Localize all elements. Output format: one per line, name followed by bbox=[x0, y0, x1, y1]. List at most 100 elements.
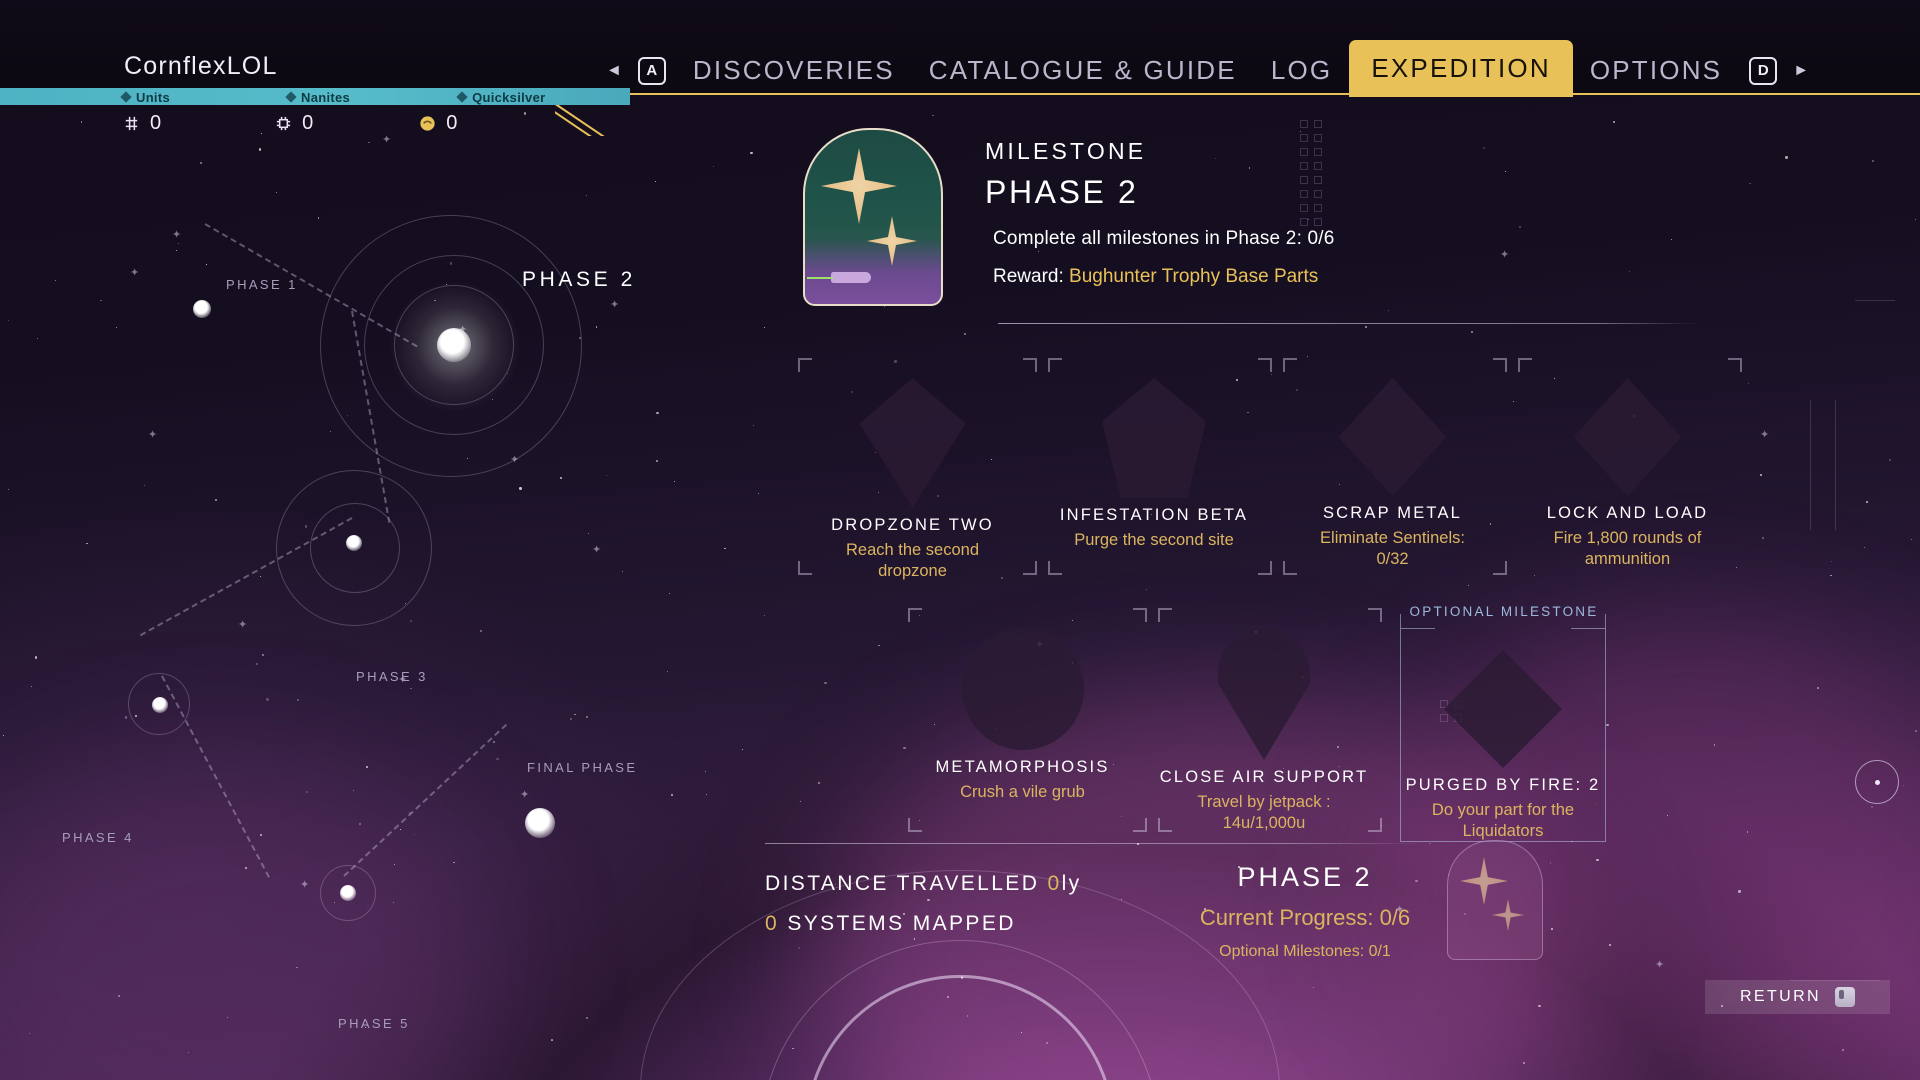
phase-summary: PHASE 2 Current Progress: 0/6 Optional M… bbox=[1140, 862, 1470, 961]
diamond-icon bbox=[1338, 378, 1447, 496]
bracket-icon bbox=[1493, 358, 1507, 372]
quicksilver-icon bbox=[418, 114, 437, 133]
bracket-icon bbox=[1258, 358, 1272, 372]
milestone-eyebrow: MILESTONE bbox=[985, 138, 1147, 164]
milestone-desc: Reach the second dropzone bbox=[845, 541, 979, 581]
stat-systems-label: SYSTEMS MAPPED bbox=[779, 912, 1016, 935]
star bbox=[753, 424, 755, 426]
phase-node-2[interactable] bbox=[437, 328, 471, 362]
milestone-desc: Purge the second site bbox=[1074, 531, 1234, 549]
milestone-card-dropzone-two[interactable]: DROPZONE TWO Reach the second dropzone bbox=[800, 378, 1025, 582]
milestone-card-purged-by-fire[interactable]: OPTIONAL MILESTONE PURGED BY FIRE: 2 Do … bbox=[1388, 604, 1618, 842]
bracket-icon bbox=[1728, 358, 1742, 372]
phase-node-final[interactable] bbox=[525, 808, 555, 838]
milestone-name: CLOSE AIR SUPPORT bbox=[1159, 768, 1369, 786]
milestone-name: LOCK AND LOAD bbox=[1546, 504, 1709, 522]
nanites-icon bbox=[274, 114, 293, 133]
resource-labels: Units Nanites Quicksilver bbox=[0, 89, 640, 105]
tab-options[interactable]: OPTIONS bbox=[1573, 43, 1739, 98]
star bbox=[932, 115, 934, 117]
badge-ship-icon bbox=[831, 272, 871, 283]
phase-summary-title: PHASE 2 bbox=[1237, 862, 1373, 892]
milestone-card-lock-and-load[interactable]: LOCK AND LOAD Fire 1,800 rounds of ammun… bbox=[1515, 378, 1740, 570]
phase-label-4: PHASE 4 bbox=[62, 830, 134, 845]
resource-label-text: Quicksilver bbox=[472, 89, 546, 105]
return-button[interactable]: RETURN bbox=[1705, 980, 1890, 1014]
stat-distance-value: 0 bbox=[1047, 872, 1062, 895]
bracket-icon bbox=[1023, 358, 1037, 372]
tab-expedition[interactable]: EXPEDITION bbox=[1349, 40, 1573, 97]
tab-discoveries[interactable]: DISCOVERIES bbox=[676, 43, 912, 98]
milestone-badge-image bbox=[803, 128, 943, 306]
player-name: CornflexLOL bbox=[124, 52, 278, 80]
bracket-icon bbox=[798, 358, 812, 372]
resource-value: 0 bbox=[446, 111, 458, 134]
star bbox=[763, 326, 765, 328]
stat-distance-label: DISTANCE TRAVELLED bbox=[765, 872, 1048, 895]
bracket-icon bbox=[1133, 608, 1147, 622]
diamond-icon bbox=[1573, 378, 1682, 496]
milestone-desc: Crush a vile grub bbox=[960, 783, 1085, 801]
stat-systems-mapped: 0 SYSTEMS MAPPED bbox=[765, 912, 1016, 936]
phase-label-3: PHASE 3 bbox=[356, 669, 428, 684]
phase-label-2: PHASE 2 bbox=[522, 268, 636, 291]
phase-connector bbox=[343, 723, 508, 877]
stats-divider bbox=[765, 843, 1425, 844]
nav-prev-arrow-icon[interactable]: ◄ bbox=[600, 62, 628, 79]
milestone-card-metamorphosis[interactable]: METAMORPHOSIS Crush a vile grub bbox=[910, 628, 1135, 803]
milestone-card-scrap-metal[interactable]: SCRAP METAL Eliminate Sentinels: 0/32 bbox=[1280, 378, 1505, 570]
bracket-icon bbox=[1518, 358, 1532, 372]
resource-label-quicksilver: Quicksilver bbox=[456, 89, 546, 105]
diamond-icon bbox=[120, 91, 132, 103]
stat-distance-unit: ly bbox=[1061, 872, 1082, 895]
badge-trail bbox=[807, 277, 833, 279]
resource-label-text: Units bbox=[136, 89, 170, 105]
stat-distance-travelled: DISTANCE TRAVELLED 0ly bbox=[765, 872, 1082, 896]
phase-node-5[interactable] bbox=[340, 885, 356, 901]
star bbox=[741, 749, 743, 750]
bracket-icon bbox=[1048, 358, 1062, 372]
milestone-name: INFESTATION BETA bbox=[1059, 506, 1249, 524]
milestone-name: METAMORPHOSIS bbox=[935, 758, 1110, 776]
phase-node-1[interactable] bbox=[193, 300, 211, 318]
bracket-icon bbox=[1283, 358, 1297, 372]
phase-summary-optional: Optional Milestones: 0/1 bbox=[1219, 943, 1391, 960]
star bbox=[750, 151, 753, 155]
resource-nanites: 0 bbox=[274, 112, 313, 135]
diamond-icon bbox=[285, 91, 297, 103]
bracket-icon bbox=[1023, 561, 1037, 575]
bracket-icon bbox=[1048, 561, 1062, 575]
shield-icon bbox=[1218, 628, 1310, 760]
main-nav: ◄ A DISCOVERIES CATALOGUE & GUIDE LOG EX… bbox=[600, 40, 1815, 99]
phase-node-3[interactable] bbox=[346, 535, 362, 551]
return-button-label: RETURN bbox=[1739, 988, 1822, 1005]
resource-values: 0 0 0 bbox=[0, 106, 640, 140]
milestone-card-close-air-support[interactable]: CLOSE AIR SUPPORT Travel by jetpack : 14… bbox=[1148, 628, 1380, 834]
mini-badge-image bbox=[1447, 840, 1543, 960]
resource-label-units: Units bbox=[120, 89, 170, 105]
phase-map: PHASE 1 PHASE 2 PHASE 3 PHASE 4 PHASE 5 … bbox=[0, 95, 680, 1080]
star bbox=[757, 492, 759, 494]
diamond-icon bbox=[859, 378, 966, 508]
bracket-icon bbox=[1158, 608, 1172, 622]
badge-star-large bbox=[821, 148, 897, 224]
bracket-icon bbox=[908, 818, 922, 832]
star bbox=[764, 614, 766, 616]
key-hint-a: A bbox=[637, 56, 666, 85]
badge-star-large bbox=[1460, 857, 1508, 905]
diamond-icon bbox=[456, 91, 468, 103]
optional-milestone-label: OPTIONAL MILESTONE bbox=[1409, 604, 1599, 619]
bracket-icon bbox=[1258, 561, 1272, 575]
tab-log[interactable]: LOG bbox=[1254, 43, 1350, 98]
cursor-indicator bbox=[1855, 760, 1899, 804]
resource-label-text: Nanites bbox=[301, 89, 351, 105]
phase-node-4[interactable] bbox=[152, 697, 168, 713]
milestone-desc: Travel by jetpack : 14u/1,000u bbox=[1197, 793, 1331, 833]
tab-catalogue-and-guide[interactable]: CATALOGUE & GUIDE bbox=[912, 43, 1254, 98]
star bbox=[705, 770, 707, 772]
nav-next-arrow-icon[interactable]: ► bbox=[1787, 62, 1815, 79]
milestone-card-infestation-beta[interactable]: INFESTATION BETA Purge the second site bbox=[1038, 378, 1270, 551]
star bbox=[705, 794, 707, 796]
resource-quicksilver: 0 bbox=[418, 112, 457, 135]
pentagon-icon bbox=[1102, 378, 1206, 498]
